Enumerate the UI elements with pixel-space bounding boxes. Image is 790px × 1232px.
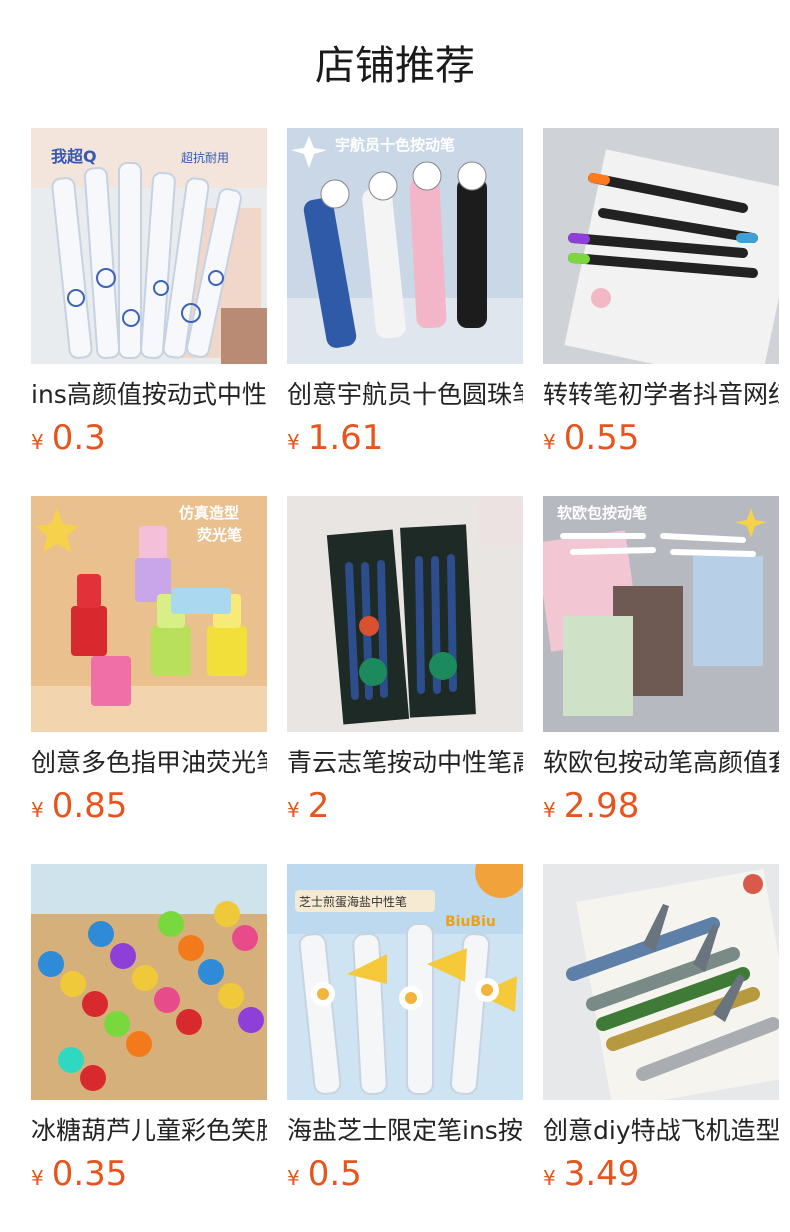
dark-pen-sets-image (287, 496, 523, 732)
clear-pens-image: 我超Q 超抗耐用 (31, 128, 267, 364)
product-image[interactable]: 软欧包按动笔 (543, 496, 779, 732)
product-image[interactable]: 宇航员十色按动笔 (287, 128, 523, 364)
price-amount: 0.85 (51, 786, 128, 826)
currency-symbol: ¥ (543, 430, 556, 454)
currency-symbol: ¥ (287, 430, 300, 454)
currency-symbol: ¥ (31, 430, 44, 454)
product-price: ¥0.3 (31, 418, 267, 464)
product-price: ¥1.61 (287, 418, 523, 464)
price-amount: 0.35 (51, 1154, 128, 1194)
svg-text:超抗耐用: 超抗耐用 (181, 150, 229, 165)
product-card[interactable]: 宇航员十色按动笔 创意宇航员十色圆珠笔 ¥1.61 (287, 128, 523, 496)
product-image[interactable] (543, 864, 779, 1100)
svg-text:BiuBiu: BiuBiu (445, 914, 496, 930)
product-card[interactable]: 我超Q 超抗耐用 ins高颜值按动式中性笔 ¥0.3 (31, 128, 267, 496)
product-card[interactable]: 芝士煎蛋海盐中性笔 BiuBiu 海盐芝士限定笔ins按动笔 ¥0.5 (287, 864, 523, 1232)
sea-salt-cheese-pens-image: 芝士煎蛋海盐中性笔 BiuBiu (287, 864, 523, 1100)
product-card[interactable]: 软欧包按动笔 软欧包按动笔高颜值套装 ¥2.98 (543, 496, 779, 864)
smiley-crayons-image (31, 864, 267, 1100)
product-price: ¥0.85 (31, 786, 267, 832)
product-name[interactable]: 冰糖葫芦儿童彩色笑脸蜡笔 (31, 1114, 267, 1148)
price-amount: 2.98 (563, 786, 640, 826)
product-price: ¥0.55 (543, 418, 779, 464)
nail-polish-highlighters-image: 仿真造型 荧光笔 (31, 496, 267, 732)
currency-symbol: ¥ (287, 1166, 300, 1190)
product-name[interactable]: 创意diy特战飞机造型笔 (543, 1114, 779, 1148)
currency-symbol: ¥ (31, 798, 44, 822)
product-card[interactable]: 转转笔初学者抖音网红 ¥0.55 (543, 128, 779, 496)
svg-text:宇航员十色按动笔: 宇航员十色按动笔 (335, 136, 455, 154)
product-name[interactable]: 青云志笔按动中性笔高颜值 (287, 746, 523, 780)
svg-text:仿真造型: 仿真造型 (179, 504, 239, 522)
product-price: ¥2.98 (543, 786, 779, 832)
product-name[interactable]: 转转笔初学者抖音网红 (543, 378, 779, 412)
product-card[interactable]: 冰糖葫芦儿童彩色笑脸蜡笔 ¥0.35 (31, 864, 267, 1232)
product-price: ¥2 (287, 786, 523, 832)
price-amount: 0.5 (307, 1154, 362, 1194)
price-amount: 0.55 (563, 418, 640, 458)
product-card[interactable]: 青云志笔按动中性笔高颜值 ¥2 (287, 496, 523, 864)
svg-text:软欧包按动笔: 软欧包按动笔 (557, 504, 647, 522)
product-image[interactable] (287, 496, 523, 732)
price-amount: 1.61 (307, 418, 384, 458)
product-card[interactable]: 仿真造型 荧光笔 创意多色指甲油荧光笔 ¥0.85 (31, 496, 267, 864)
product-image[interactable]: 芝士煎蛋海盐中性笔 BiuBiu (287, 864, 523, 1100)
product-price: ¥0.35 (31, 1154, 267, 1200)
product-price: ¥3.49 (543, 1154, 779, 1200)
page-title: 店铺推荐 (315, 43, 475, 89)
price-amount: 3.49 (563, 1154, 640, 1194)
product-name[interactable]: ins高颜值按动式中性笔 (31, 378, 267, 412)
product-image[interactable] (543, 128, 779, 364)
product-name[interactable]: 创意宇航员十色圆珠笔 (287, 378, 523, 412)
fighter-jet-pens-image (543, 864, 779, 1100)
astronaut-pens-image: 宇航员十色按动笔 (287, 128, 523, 364)
currency-symbol: ¥ (31, 1166, 44, 1190)
svg-text:芝士煎蛋海盐中性笔: 芝士煎蛋海盐中性笔 (299, 894, 407, 909)
product-name[interactable]: 海盐芝士限定笔ins按动笔 (287, 1114, 523, 1148)
price-amount: 2 (307, 786, 330, 826)
product-grid: 我超Q 超抗耐用 ins高颜值按动式中性笔 ¥0.3 宇航员十色按动笔 创意宇航… (31, 128, 790, 1232)
product-name[interactable]: 创意多色指甲油荧光笔 (31, 746, 267, 780)
product-name[interactable]: 软欧包按动笔高颜值套装 (543, 746, 779, 780)
currency-symbol: ¥ (543, 798, 556, 822)
currency-symbol: ¥ (543, 1166, 556, 1190)
spinning-pens-image (543, 128, 779, 364)
product-image[interactable] (31, 864, 267, 1100)
svg-text:荧光笔: 荧光笔 (197, 526, 242, 544)
product-image[interactable]: 仿真造型 荧光笔 (31, 496, 267, 732)
product-image[interactable]: 我超Q 超抗耐用 (31, 128, 267, 364)
product-card[interactable]: 创意diy特战飞机造型笔 ¥3.49 (543, 864, 779, 1232)
price-amount: 0.3 (51, 418, 106, 458)
currency-symbol: ¥ (287, 798, 300, 822)
soft-bread-pens-image: 软欧包按动笔 (543, 496, 779, 732)
product-price: ¥0.5 (287, 1154, 523, 1200)
svg-text:我超Q: 我超Q (51, 147, 97, 166)
